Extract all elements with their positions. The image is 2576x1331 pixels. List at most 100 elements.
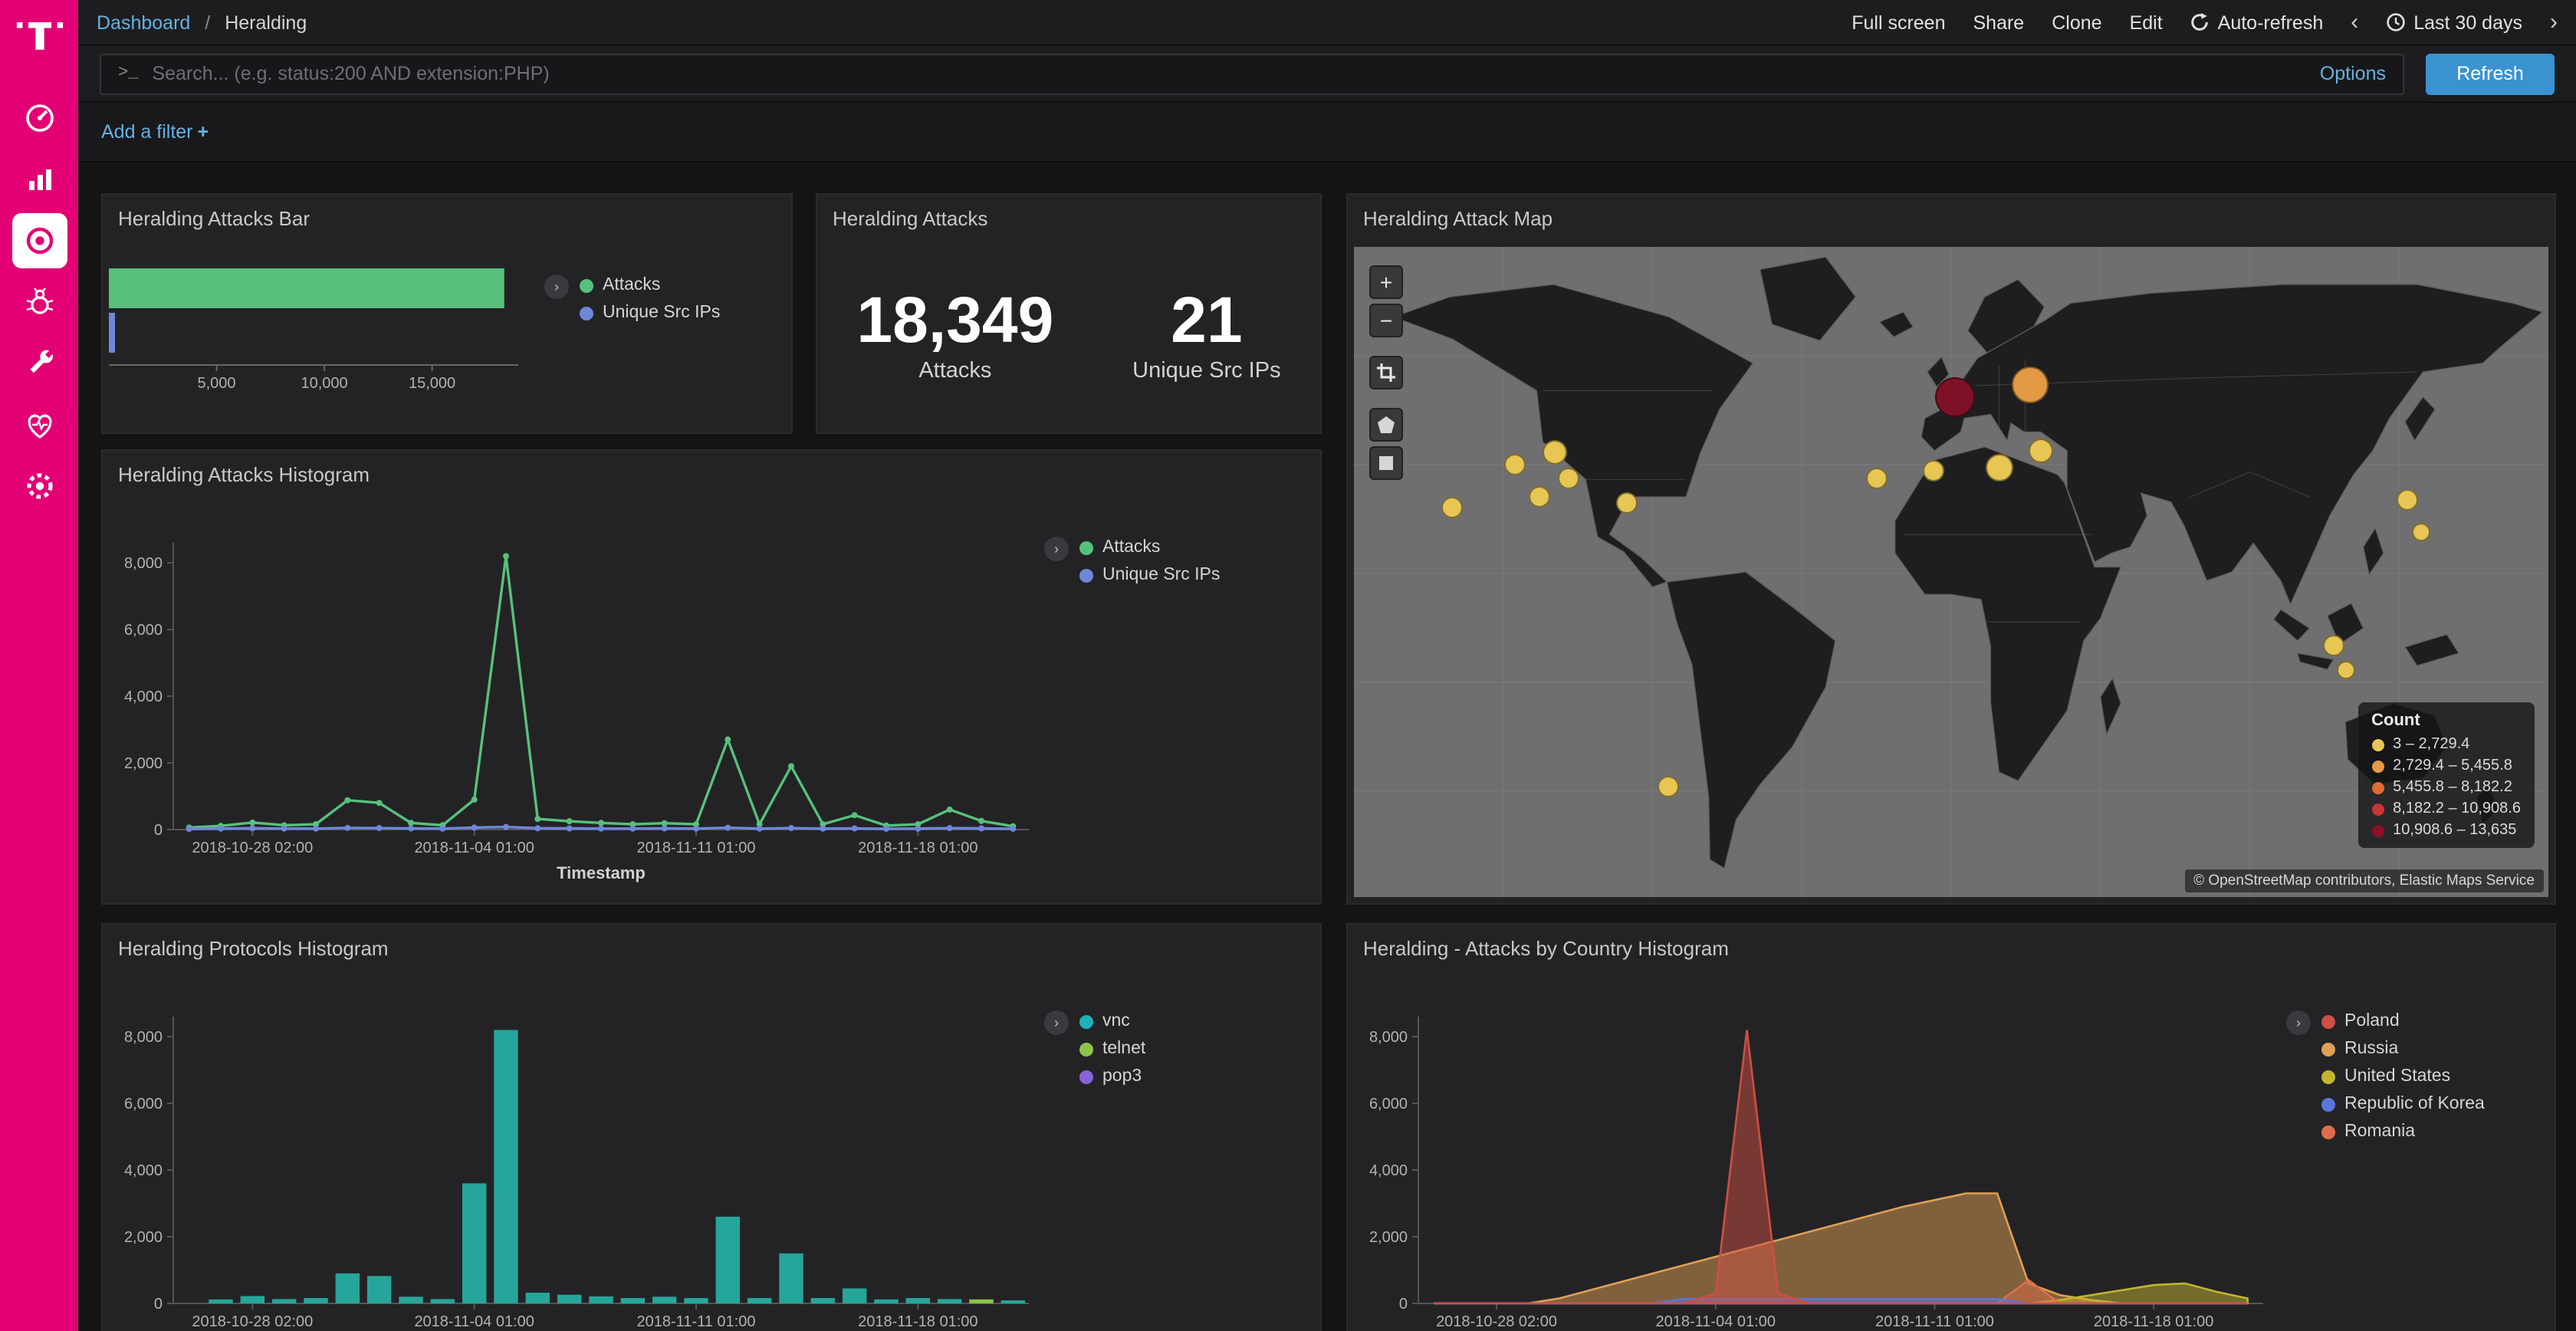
map-marker[interactable] — [2397, 490, 2418, 511]
gear-icon — [22, 469, 56, 503]
map-marker[interactable] — [1615, 493, 1637, 514]
legend-dot — [2371, 760, 2384, 772]
svg-text:15,000: 15,000 — [409, 375, 455, 392]
svg-text:0: 0 — [154, 1296, 163, 1313]
breadcrumb-separator: / — [205, 12, 210, 33]
map-marker[interactable] — [2029, 438, 2053, 462]
refresh-button[interactable]: Refresh — [2426, 53, 2555, 94]
sidebar-item-bug[interactable] — [12, 274, 67, 330]
auto-refresh-button[interactable]: Auto-refresh — [2190, 12, 2324, 33]
map-marker[interactable] — [2411, 522, 2430, 541]
legend-dot — [580, 306, 593, 320]
legend-item[interactable]: United States — [2321, 1067, 2485, 1086]
svg-text:Timestamp: Timestamp — [557, 863, 646, 882]
svg-text:8,000: 8,000 — [1369, 1029, 1408, 1046]
query-bar: >_ Search... (e.g. status:200 AND extens… — [78, 46, 2576, 103]
metric-label: Unique Src IPs — [1132, 358, 1280, 383]
time-next-chevron-icon[interactable]: › — [2550, 11, 2558, 34]
legend-dot — [2321, 1070, 2335, 1083]
panel-attacks-bar: Heralding Attacks Bar 5,00010,00015,000 … — [101, 193, 793, 434]
map-marker[interactable] — [1658, 776, 1679, 797]
search-input[interactable]: >_ Search... (e.g. status:200 AND extens… — [100, 53, 2404, 94]
legend-list: Attacks Unique Src IPs — [580, 274, 720, 322]
legend-item[interactable]: Attacks — [1079, 538, 1220, 557]
legend-item[interactable]: vnc — [1079, 1012, 1145, 1030]
legend-dot — [1079, 1042, 1093, 1056]
sidebar-item-heralding-active[interactable] — [12, 213, 67, 268]
top-nav: Dashboard / Heralding Full screen Share … — [78, 0, 2576, 46]
sidebar-item-tachometer[interactable] — [12, 90, 67, 146]
add-filter-link[interactable]: Add a filter+ — [101, 121, 209, 143]
time-prev-chevron-icon[interactable]: ‹ — [2351, 11, 2358, 34]
svg-text:2,000: 2,000 — [1369, 1229, 1408, 1246]
legend-item[interactable]: Attacks — [580, 276, 720, 294]
edit-button[interactable]: Edit — [2130, 12, 2163, 33]
world-map[interactable]: + − — [1354, 247, 2548, 897]
panel-title: Heralding Attacks — [817, 195, 1320, 230]
query-options-link[interactable]: Options — [2320, 63, 2386, 84]
map-marker[interactable] — [2323, 635, 2344, 656]
zoom-in-button[interactable]: + — [1369, 265, 1403, 299]
panel-title: Heralding Protocols Histogram — [103, 925, 1320, 960]
map-marker[interactable] — [1935, 376, 1975, 416]
time-range-picker[interactable]: Last 30 days — [2386, 12, 2522, 33]
map-marker[interactable] — [2012, 367, 2049, 404]
map-marker[interactable] — [1504, 454, 1526, 475]
legend-dot — [1079, 568, 1093, 582]
metric-value: 18,349 — [856, 288, 1053, 355]
map-marker[interactable] — [1528, 486, 1549, 508]
legend-item[interactable]: pop3 — [1079, 1067, 1145, 1086]
plus-icon: + — [198, 121, 209, 143]
legend-item[interactable]: Romania — [2321, 1122, 2485, 1141]
svg-text:4,000: 4,000 — [124, 1162, 163, 1179]
panel-title: Heralding Attacks Bar — [103, 195, 791, 230]
legend-collapse-button[interactable]: › — [544, 274, 569, 299]
crop-icon — [1377, 363, 1395, 382]
map-marker[interactable] — [2336, 662, 2354, 680]
legend-collapse-button[interactable]: › — [2286, 1011, 2311, 1035]
map-marker[interactable] — [1866, 467, 1888, 488]
breadcrumb-dashboard-link[interactable]: Dashboard — [97, 12, 190, 33]
svg-text:4,000: 4,000 — [1369, 1162, 1408, 1179]
map-marker[interactable] — [1923, 461, 1944, 482]
draw-polygon-button[interactable] — [1369, 408, 1403, 442]
breadcrumb-current: Heralding — [225, 12, 307, 33]
legend-label: Unique Src IPs — [1102, 566, 1220, 584]
sidebar — [0, 0, 78, 1331]
map-marker[interactable] — [1543, 439, 1567, 464]
legend-item[interactable]: telnet — [1079, 1040, 1145, 1058]
svg-text:2018-10-28 02:00: 2018-10-28 02:00 — [192, 1313, 313, 1330]
legend-item[interactable]: Russia — [2321, 1040, 2485, 1058]
legend-collapse-button[interactable]: › — [1044, 1011, 1069, 1035]
svg-text:6,000: 6,000 — [124, 1096, 163, 1112]
legend-item[interactable]: Unique Src IPs — [580, 304, 720, 322]
clone-button[interactable]: Clone — [2052, 12, 2101, 33]
share-button[interactable]: Share — [1973, 12, 2025, 33]
draw-rectangle-button[interactable] — [1369, 446, 1403, 480]
fit-bounds-button[interactable] — [1369, 356, 1403, 389]
heartbeat-icon — [22, 408, 56, 442]
legend-label: telnet — [1102, 1040, 1145, 1058]
zoom-out-button[interactable]: − — [1369, 304, 1403, 337]
svg-text:0: 0 — [154, 822, 163, 839]
sidebar-item-charts[interactable] — [12, 152, 67, 207]
sidebar-item-settings[interactable] — [12, 458, 67, 514]
map-marker[interactable] — [1985, 454, 2013, 481]
sidebar-item-health[interactable] — [12, 397, 67, 452]
fullscreen-button[interactable]: Full screen — [1852, 12, 1945, 33]
sidebar-item-tools[interactable] — [12, 336, 67, 391]
legend-label: Attacks — [1102, 538, 1160, 557]
legend-label: vnc — [1102, 1012, 1130, 1030]
panel-attacks-metric: Heralding Attacks 18,349Attacks21Unique … — [816, 193, 1322, 434]
metric: 18,349Attacks — [856, 288, 1053, 383]
panel-title: Heralding - Attacks by Country Histogram — [1348, 925, 2555, 960]
map-attribution[interactable]: © OpenStreetMap contributors, Elastic Ma… — [2184, 869, 2544, 892]
legend-list: Poland Russia United States Republic of Kor… — [2321, 1011, 2485, 1141]
legend-item[interactable]: Unique Src IPs — [1079, 566, 1220, 584]
map-marker[interactable] — [1558, 467, 1579, 488]
map-marker[interactable] — [1441, 496, 1463, 518]
legend-item[interactable]: Poland — [2321, 1012, 2485, 1030]
map-legend: Count 3 – 2,729.42,729.4 – 5,455.85,455.… — [2358, 702, 2535, 848]
legend-item[interactable]: Republic of Korea — [2321, 1095, 2485, 1113]
legend-collapse-button[interactable]: › — [1044, 537, 1069, 561]
